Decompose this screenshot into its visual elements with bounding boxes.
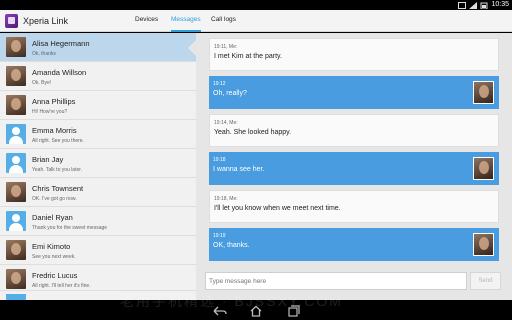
message-preview: Ok. Bye!: [32, 80, 52, 86]
app-logo-icon: [5, 14, 18, 28]
message-preview: Ok, thanks: [32, 51, 56, 57]
contact-name: Anna Phillips: [32, 97, 76, 106]
send-button[interactable]: Send: [470, 272, 501, 290]
contact-name: Daniel Ryan: [32, 213, 73, 222]
message-meta: 19:11, Me:: [214, 44, 238, 50]
message-text: Yeah. She looked happy.: [214, 129, 292, 136]
outgoing-message: 19:18 I wanna see her.: [209, 152, 499, 185]
contact-name: Emma Morris: [32, 126, 77, 135]
incoming-message: 19:14, Me: Yeah. She looked happy.: [209, 114, 499, 147]
contact-avatar: [473, 233, 494, 256]
message-meta: 19:18: [213, 157, 226, 163]
contact-placeholder-icon: [6, 153, 26, 173]
conversation-item[interactable]: Alisa Hegermann Ok, thanks: [0, 33, 196, 62]
contact-placeholder-icon: [6, 211, 26, 231]
message-thread[interactable]: 19:11, Me: I met Kim at the party. 19:12…: [196, 33, 512, 300]
status-time: 10:35: [491, 1, 509, 8]
conversation-item[interactable]: Chris Townsent OK. I've got go now.: [0, 178, 196, 207]
app-title: Xperia Link: [23, 16, 69, 26]
message-text: OK, thanks.: [213, 242, 250, 249]
action-bar: Xperia Link Devices Messages Call logs: [0, 10, 512, 32]
tab-call-logs[interactable]: Call logs: [211, 16, 236, 32]
message-preview: All right. I'll tell her it's fine.: [32, 283, 91, 289]
message-text: I met Kim at the party.: [214, 53, 282, 60]
contact-name: Alisa Hegermann: [32, 39, 90, 48]
outgoing-message: 19:19 OK, thanks.: [209, 228, 499, 261]
contact-name: Brian Jay: [32, 155, 64, 164]
contact-name: Chris Townsent: [32, 184, 84, 193]
message-preview: Yeah. Talk to you later.: [32, 167, 83, 173]
message-preview: See you next week.: [32, 254, 76, 260]
message-text: I'll let you know when we meet next time…: [214, 205, 341, 212]
conversation-item[interactable]: Anna Phillips Hi! How're you?: [0, 91, 196, 120]
tab-messages[interactable]: Messages: [171, 16, 201, 32]
battery-icon: [480, 2, 488, 9]
avatar: [6, 269, 26, 289]
tab-devices[interactable]: Devices: [135, 16, 158, 32]
contact-name: Emi Kimoto: [32, 242, 71, 251]
message-meta: 19:14, Me:: [214, 120, 238, 126]
avatar: [6, 66, 26, 86]
contact-avatar: [473, 157, 494, 180]
screenshot-icon: [458, 1, 467, 9]
status-bar: 10:35: [0, 0, 512, 10]
conversation-item[interactable]: Daniel Ryan Thank you for the sweet mess…: [0, 207, 196, 236]
selection-pointer: [188, 40, 196, 56]
message-meta: 19:18, Me:: [214, 196, 238, 202]
message-text: Oh, really?: [213, 90, 247, 97]
avatar: [6, 95, 26, 115]
conversation-item[interactable]: Emi Kimoto See you next week.: [0, 236, 196, 265]
incoming-message: 19:11, Me: I met Kim at the party.: [209, 38, 499, 71]
contact-placeholder-icon: [6, 124, 26, 144]
avatar: [6, 182, 26, 202]
signal-icon: [469, 1, 478, 9]
message-text: I wanna see her.: [213, 166, 265, 173]
message-preview: OK. I've got go now.: [32, 196, 77, 202]
message-preview: Hi! How're you?: [32, 109, 68, 115]
contact-name: Fredric Lucus: [32, 271, 78, 280]
conversation-item[interactable]: Emma Morris All right. See you there.: [0, 120, 196, 149]
conversation-item[interactable]: Brian Jay Yeah. Talk to you later.: [0, 149, 196, 178]
message-meta: 19:12: [213, 81, 226, 87]
message-preview: Thank you for the sweet message: [32, 225, 108, 231]
message-input[interactable]: [205, 272, 467, 290]
conversation-list[interactable]: Alisa Hegermann Ok, thanks Amanda Willso…: [0, 33, 196, 300]
conversation-item[interactable]: Amanda Willson Ok. Bye!: [0, 62, 196, 91]
contact-name: Amanda Willson: [32, 68, 87, 77]
message-meta: 19:19: [213, 233, 226, 239]
avatar: [6, 37, 26, 57]
message-preview: All right. See you there.: [32, 138, 84, 144]
contact-avatar: [473, 81, 494, 104]
avatar: [6, 240, 26, 260]
outgoing-message: 19:12 Oh, really?: [209, 76, 499, 109]
incoming-message: 19:18, Me: I'll let you know when we mee…: [209, 190, 499, 223]
status-icons: 10:35: [458, 1, 509, 9]
watermark: 老用手机精选 · BJSSXY.COM: [120, 293, 343, 309]
